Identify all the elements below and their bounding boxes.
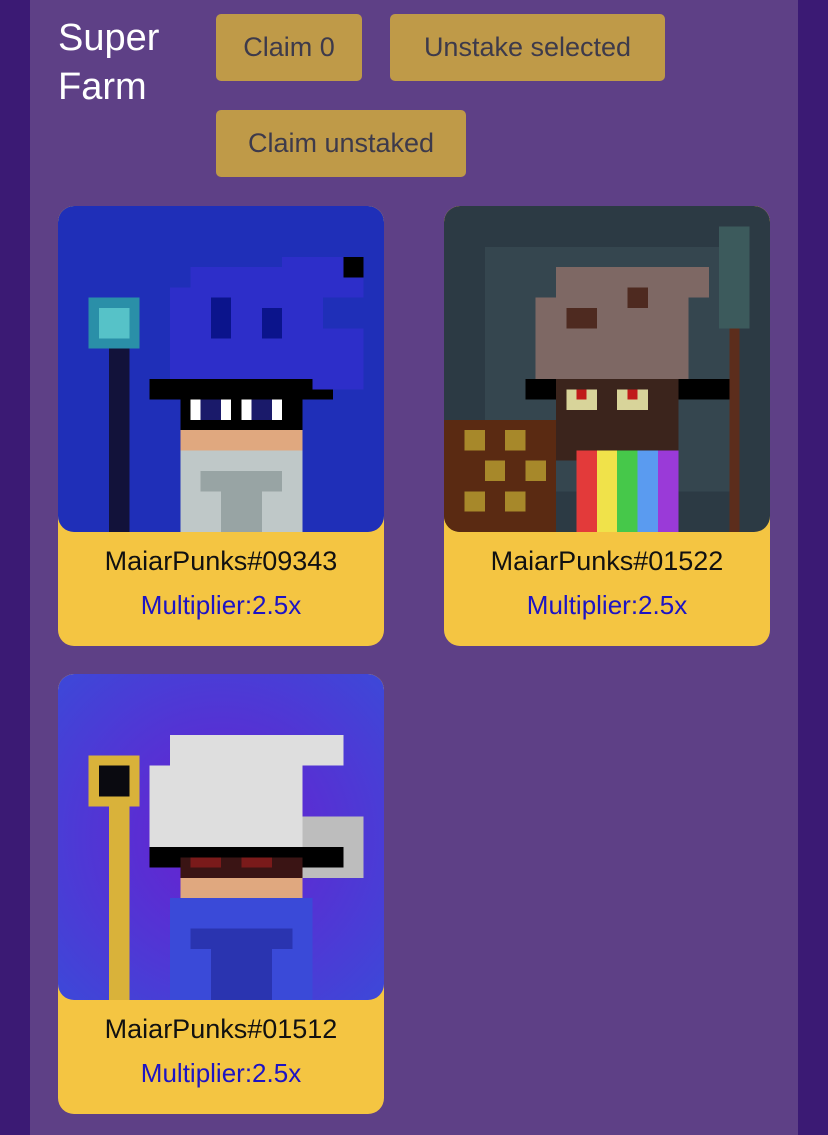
- farm-panel: Super Farm Claim 0 Unstake selected Clai…: [30, 0, 798, 1135]
- nft-image-blue-wizard: [58, 206, 384, 532]
- nft-multiplier: Multiplier:2.5x: [140, 1058, 302, 1088]
- nft-name: MaiarPunks#01512: [104, 1014, 338, 1044]
- nft-image-brown-wizard: [444, 206, 770, 532]
- farm-title: Super Farm: [58, 17, 160, 108]
- nft-multiplier: Multiplier:2.5x: [526, 590, 688, 620]
- claim-button[interactable]: Claim 0: [216, 14, 362, 81]
- unstake-selected-button[interactable]: Unstake selected: [390, 14, 665, 81]
- nft-name: MaiarPunks#09343: [104, 546, 338, 576]
- nft-name: MaiarPunks#01522: [490, 546, 724, 576]
- nft-card[interactable]: MaiarPunks#09343 Multiplier:2.5x: [58, 206, 384, 646]
- nft-card[interactable]: MaiarPunks#01522 Multiplier:2.5x: [444, 206, 770, 646]
- nft-card[interactable]: MaiarPunks#01512 Multiplier:2.5x: [58, 674, 384, 1114]
- nft-multiplier: Multiplier:2.5x: [140, 590, 302, 620]
- claim-unstaked-button[interactable]: Claim unstaked: [216, 110, 466, 177]
- nft-image-white-wizard: [58, 674, 384, 1000]
